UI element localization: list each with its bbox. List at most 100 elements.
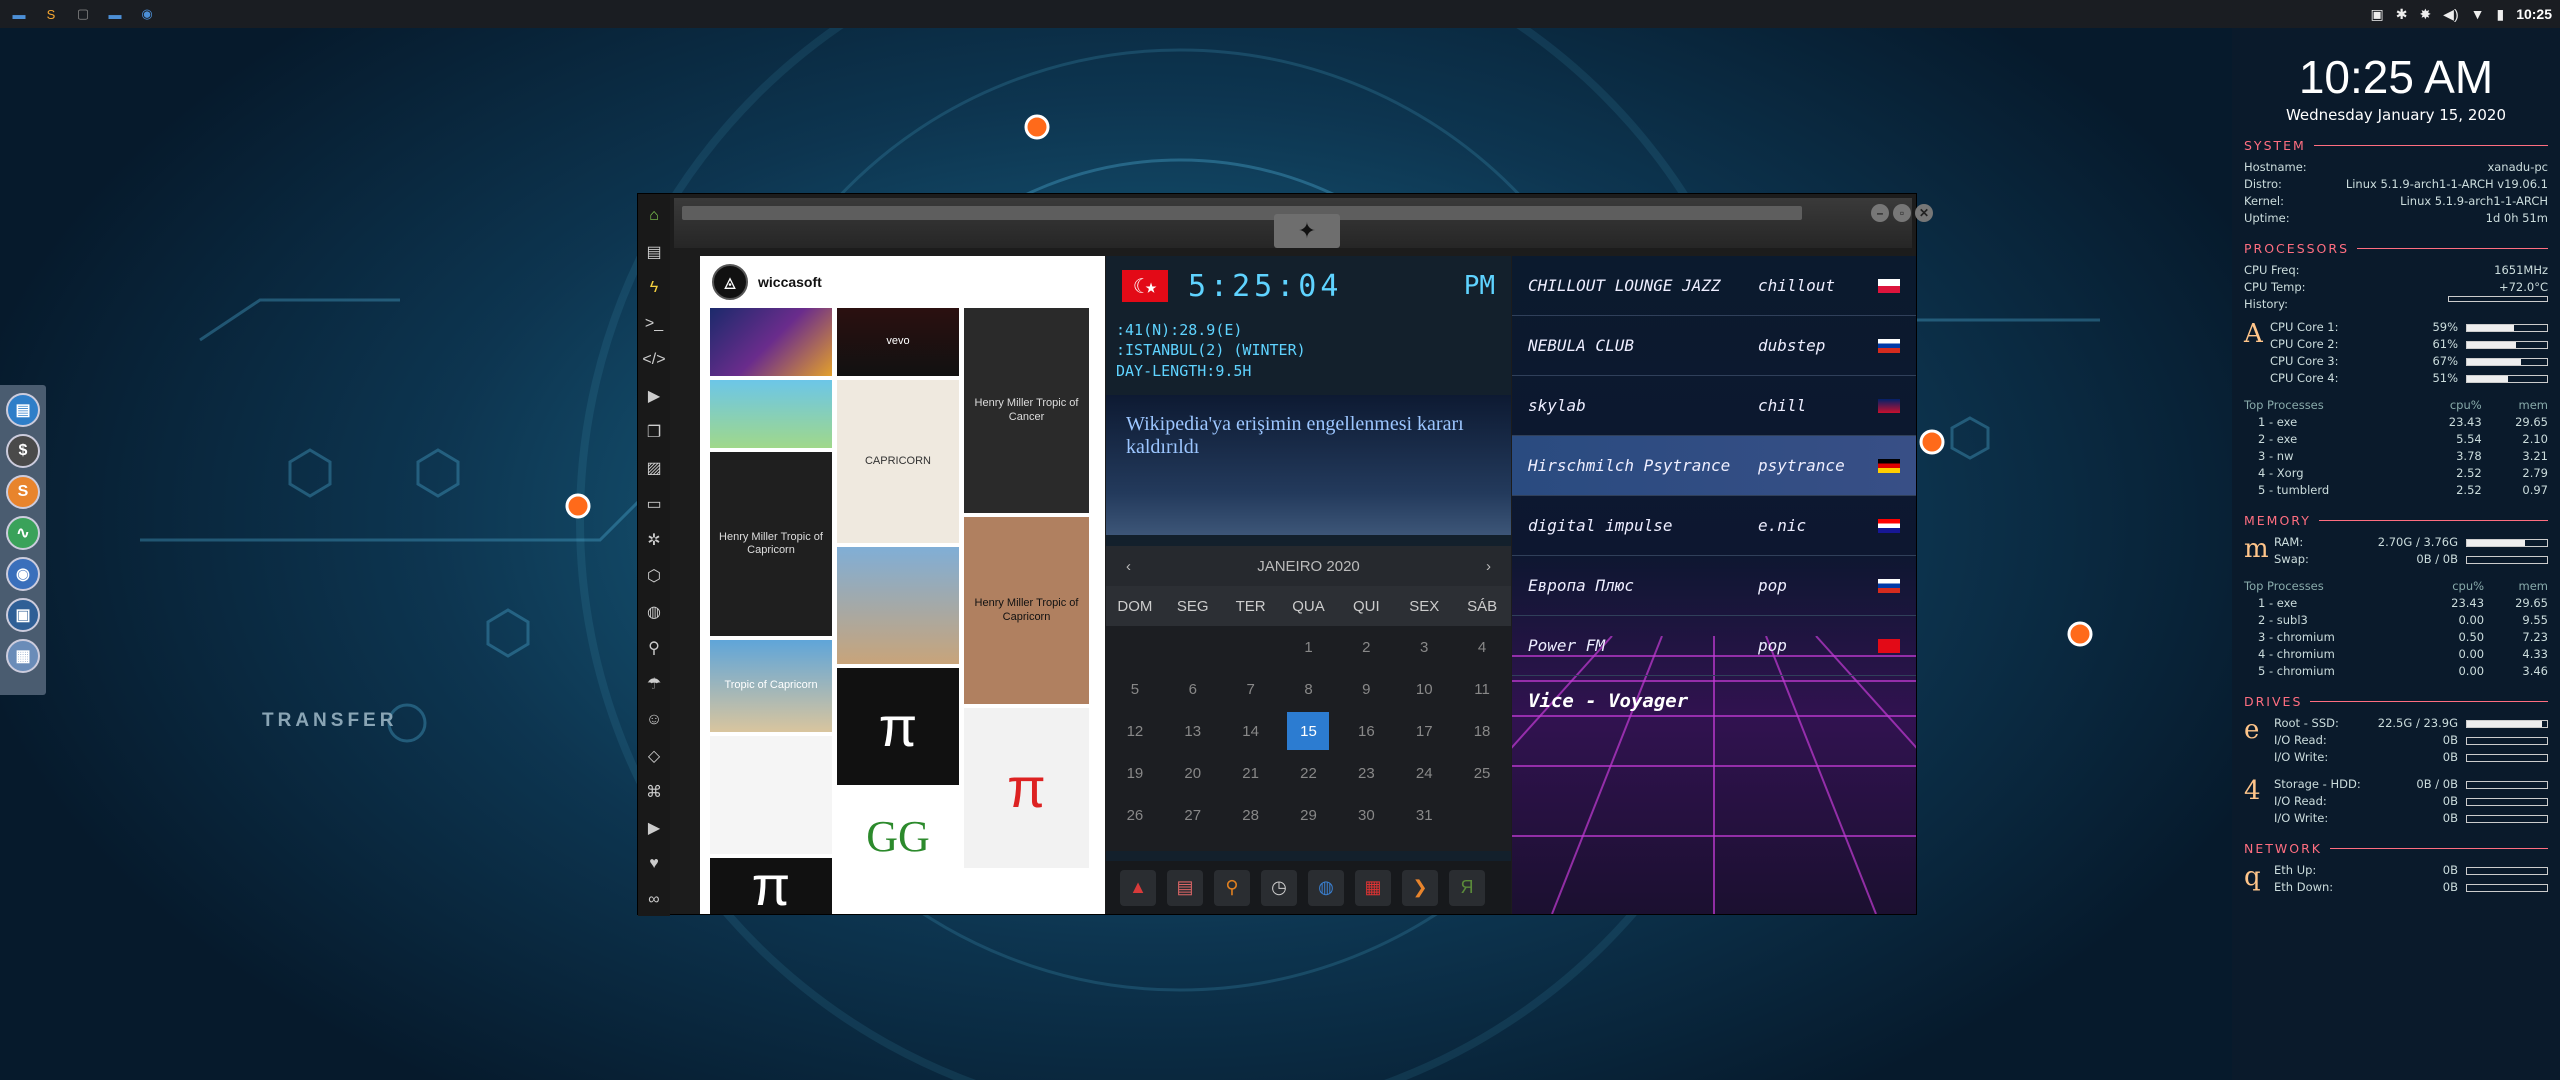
home-icon[interactable]: ⌂: [641, 202, 667, 229]
calendar-day-selected[interactable]: 15: [1287, 712, 1330, 750]
tile-buttons[interactable]: [964, 872, 1089, 914]
gear-icon[interactable]: ✲: [641, 526, 667, 553]
tile-capricorn[interactable]: CAPRICORN: [837, 380, 959, 543]
tray-icon[interactable]: ◀): [2443, 6, 2458, 23]
play-icon[interactable]: ▶: [641, 382, 667, 409]
calendar-day[interactable]: 17: [1403, 712, 1445, 750]
calendar-day[interactable]: 20: [1172, 754, 1214, 792]
calendar-day[interactable]: 30: [1345, 796, 1387, 834]
network-icon[interactable]: ⌘: [641, 778, 667, 805]
code-brackets-icon[interactable]: ◇: [641, 742, 667, 769]
radio-station[interactable]: NEBULA CLUB dubstep: [1512, 316, 1916, 376]
calendar-day[interactable]: 23: [1345, 754, 1387, 792]
tile-psychedelic[interactable]: [710, 308, 832, 376]
folder-icon[interactable]: ▬: [104, 4, 126, 24]
yandex-icon[interactable]: Я: [1449, 869, 1485, 906]
tile-sign[interactable]: Tropic of Capricorn: [710, 640, 832, 732]
sublime-icon[interactable]: S: [40, 4, 62, 24]
link-icon[interactable]: ∞: [641, 886, 667, 913]
tile-map[interactable]: [710, 380, 832, 448]
arrow-icon[interactable]: ❯: [1402, 869, 1438, 906]
heart-icon[interactable]: ♥: [641, 850, 667, 877]
tray-icon[interactable]: ✱: [2396, 6, 2408, 23]
tile-pi-dark[interactable]: π: [837, 668, 959, 785]
files-icon[interactable]: ▤: [6, 393, 40, 427]
calendar-app-icon[interactable]: ▤: [1167, 869, 1203, 906]
document-icon[interactable]: ▤: [641, 238, 667, 265]
search-icon[interactable]: ⚲: [1214, 869, 1250, 906]
chrome-icon[interactable]: ◉: [6, 557, 40, 591]
avatar[interactable]: ◬: [712, 264, 748, 300]
maximize-button[interactable]: ▫: [1893, 204, 1911, 222]
tile-tropic-cancer[interactable]: Henry Miller Tropic of Cancer: [964, 308, 1089, 513]
terminal-icon[interactable]: >_: [641, 310, 667, 337]
globe-icon[interactable]: ◍: [1308, 869, 1344, 906]
calendar-day[interactable]: 16: [1345, 712, 1387, 750]
tile-miller-cover[interactable]: Henry Miller Tropic of Capricorn: [964, 517, 1089, 704]
calendar-day[interactable]: 12: [1114, 712, 1156, 750]
calendar-day[interactable]: 24: [1403, 754, 1445, 792]
calendar-day[interactable]: 25: [1461, 754, 1503, 792]
monitor-icon[interactable]: ∿: [6, 516, 40, 550]
username[interactable]: wiccasoft: [758, 274, 822, 290]
window-titlebar[interactable]: ✦ – ▫ ✕: [674, 198, 1933, 248]
calendar-day[interactable]: 22: [1287, 754, 1329, 792]
radio-station[interactable]: Power FM pop: [1512, 616, 1916, 676]
radio-station[interactable]: skylab chill: [1512, 376, 1916, 436]
calendar-day[interactable]: 19: [1114, 754, 1156, 792]
calendar-day[interactable]: 10: [1403, 670, 1445, 708]
globe-icon[interactable]: ◍: [641, 598, 667, 625]
calendar-day[interactable]: 13: [1172, 712, 1214, 750]
clock-icon[interactable]: ◷: [1261, 869, 1297, 906]
tile-pi-red[interactable]: π: [964, 708, 1089, 868]
copy-icon[interactable]: ❐: [641, 418, 667, 445]
calendar-day[interactable]: 6: [1172, 670, 1214, 708]
calendar-day[interactable]: 18: [1461, 712, 1503, 750]
tile-desert[interactable]: [837, 547, 959, 664]
next-month-button[interactable]: ›: [1486, 558, 1491, 575]
sublime-icon[interactable]: S: [6, 475, 40, 509]
image-icon[interactable]: ▨: [641, 454, 667, 481]
calendar-day[interactable]: 26: [1114, 796, 1156, 834]
calendar-day[interactable]: 9: [1345, 670, 1387, 708]
terminal-icon[interactable]: ▢: [72, 4, 94, 24]
arch-icon[interactable]: ▲: [1120, 869, 1156, 906]
radio-station[interactable]: digital impulse e.nic: [1512, 496, 1916, 556]
tile-gg[interactable]: GG: [837, 789, 959, 885]
umbrella-icon[interactable]: ☂: [641, 670, 667, 697]
calendar-day[interactable]: 31: [1403, 796, 1445, 834]
profile-header[interactable]: ◬ wiccasoft: [700, 256, 1105, 308]
calendar-day[interactable]: 2: [1345, 628, 1387, 666]
calendar-day[interactable]: 21: [1230, 754, 1272, 792]
calendar-day[interactable]: 14: [1230, 712, 1272, 750]
radio-station[interactable]: CHILLOUT LOUNGE JAZZ chillout: [1512, 256, 1916, 316]
radio-station[interactable]: Hirschmilch Psytrance psytrance: [1512, 436, 1916, 496]
radio-station[interactable]: Европа Плюс pop: [1512, 556, 1916, 616]
tile-clock[interactable]: [710, 736, 832, 854]
screen-icon[interactable]: ▣: [6, 598, 40, 632]
chrome-icon[interactable]: ◉: [136, 4, 158, 24]
calendar-day[interactable]: 3: [1403, 628, 1445, 666]
calendar-day[interactable]: 28: [1230, 796, 1272, 834]
calendar-day[interactable]: 5: [1114, 670, 1156, 708]
hexagon-icon[interactable]: ⬡: [641, 562, 667, 589]
contact-icon[interactable]: ☺: [641, 706, 667, 733]
calendar-day[interactable]: 29: [1287, 796, 1329, 834]
calendar-day[interactable]: 27: [1172, 796, 1214, 834]
calendar-day[interactable]: 1: [1287, 628, 1329, 666]
minimize-button[interactable]: –: [1871, 204, 1889, 222]
calendar-day[interactable]: 4: [1461, 628, 1503, 666]
card-icon[interactable]: ▭: [641, 490, 667, 517]
calendar-day[interactable]: 11: [1461, 670, 1503, 708]
lightning-icon[interactable]: ϟ: [641, 274, 667, 301]
code-icon[interactable]: </>: [641, 346, 667, 373]
tile-vevo[interactable]: vevo: [837, 308, 959, 376]
money-icon[interactable]: $: [6, 434, 40, 468]
files-icon[interactable]: ▬: [8, 4, 30, 24]
tray-icon[interactable]: ▣: [2370, 6, 2383, 23]
calendar-day[interactable]: 7: [1230, 670, 1272, 708]
tile-pi-bottom[interactable]: π: [710, 858, 832, 914]
search-icon[interactable]: ⚲: [641, 634, 667, 661]
calendar-day[interactable]: 8: [1287, 670, 1329, 708]
globe-icon[interactable]: ▦: [6, 639, 40, 673]
